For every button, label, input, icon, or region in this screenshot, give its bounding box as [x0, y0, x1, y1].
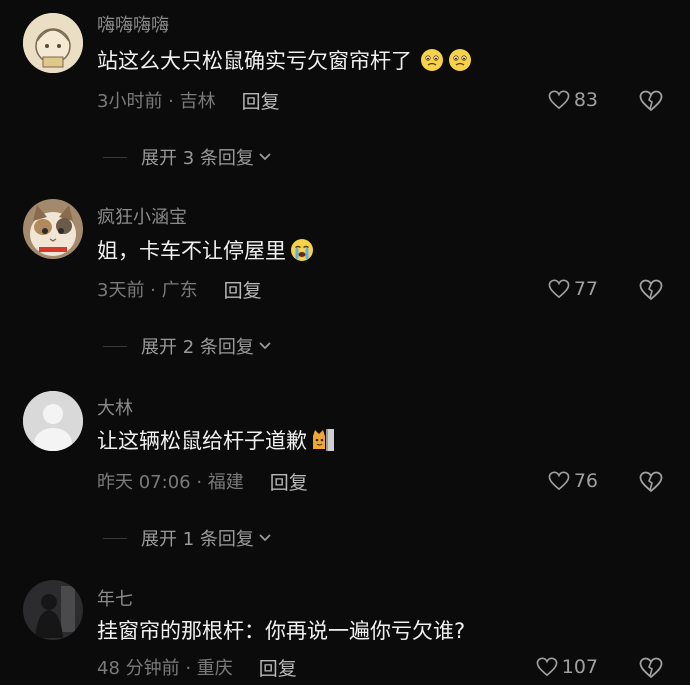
comment-meta: 3小时前 · 吉林 回复 [97, 87, 280, 114]
expand-replies-button[interactable]: 展开 3 条回复 [103, 145, 273, 169]
comment-text: 让这辆松鼠给杆子道歉 [97, 424, 335, 456]
comment-meta: 昨天 07:06 · 福建 回复 [97, 468, 308, 495]
comment-username[interactable]: 年七 [97, 585, 133, 611]
comment-meta: 48 分钟前 · 重庆 回复 [97, 654, 297, 681]
divider-line [103, 156, 127, 158]
comment-text-body: 挂窗帘的那根杆：你再说一遍你亏欠谁? [97, 619, 466, 643]
like-button[interactable]: 77 [548, 277, 598, 301]
like-count: 77 [573, 278, 598, 300]
heart-outline-icon [548, 279, 570, 299]
comment-text: 姐，卡车不让停屋里 [97, 234, 314, 266]
chevron-down-icon [259, 534, 271, 542]
comment-username[interactable]: 大林 [97, 394, 133, 420]
avatar[interactable] [23, 13, 83, 73]
avatar[interactable] [23, 580, 83, 640]
comment-time-location: 昨天 07:06 · 福建 [97, 472, 244, 493]
comment-username[interactable]: 嗨嗨嗨嗨 [97, 11, 169, 37]
comment-text-body: 让这辆松鼠给杆子道歉 [97, 429, 307, 453]
expand-replies-label: 展开 3 条回复 [141, 148, 254, 169]
worried-face-emoji-icon [449, 49, 471, 71]
heart-outline-icon [548, 471, 570, 491]
chevron-down-icon [259, 342, 271, 350]
broken-heart-icon[interactable] [639, 89, 663, 113]
like-count: 83 [573, 89, 598, 111]
like-button[interactable]: 76 [548, 469, 598, 493]
comment-text: 挂窗帘的那根杆：你再说一遍你亏欠谁? [97, 614, 465, 646]
comment-time-location: 48 分钟前 · 重庆 [97, 658, 233, 679]
expand-replies-button[interactable]: 展开 1 条回复 [103, 526, 273, 550]
worried-face-emoji-icon [421, 49, 443, 71]
cat-peeking-emoji-icon [313, 429, 334, 451]
chevron-down-icon [259, 153, 271, 161]
heart-outline-icon [536, 657, 558, 677]
reply-button[interactable]: 回复 [242, 87, 280, 114]
divider-line [103, 537, 127, 539]
heart-outline-icon [548, 90, 570, 110]
reply-button[interactable]: 回复 [270, 468, 308, 495]
like-button[interactable]: 107 [536, 655, 598, 679]
expand-replies-label: 展开 2 条回复 [141, 337, 254, 358]
comment-time-location: 3天前 · 广东 [97, 280, 198, 301]
like-count: 76 [573, 470, 598, 492]
like-count: 107 [561, 656, 598, 678]
comment-time-location: 3小时前 · 吉林 [97, 91, 216, 112]
avatar[interactable] [23, 391, 83, 451]
like-button[interactable]: 83 [548, 88, 598, 112]
avatar[interactable] [23, 199, 83, 259]
comment-text-body: 站这么大只松鼠确实亏欠窗帘杆了 [97, 49, 412, 73]
comment-meta: 3天前 · 广东 回复 [97, 276, 262, 303]
broken-heart-icon[interactable] [639, 278, 663, 302]
comment-text: 站这么大只松鼠确实亏欠窗帘杆了 [97, 44, 472, 76]
broken-heart-icon[interactable] [639, 470, 663, 494]
expand-replies-button[interactable]: 展开 2 条回复 [103, 334, 273, 358]
broken-heart-icon[interactable] [639, 656, 663, 680]
comment-text-body: 姐，卡车不让停屋里 [97, 239, 286, 263]
reply-button[interactable]: 回复 [224, 276, 262, 303]
reply-button[interactable]: 回复 [259, 654, 297, 681]
divider-line [103, 345, 127, 347]
expand-replies-label: 展开 1 条回复 [141, 529, 254, 550]
comment-username[interactable]: 疯狂小涵宝 [97, 203, 187, 229]
crying-face-emoji-icon [291, 239, 313, 261]
